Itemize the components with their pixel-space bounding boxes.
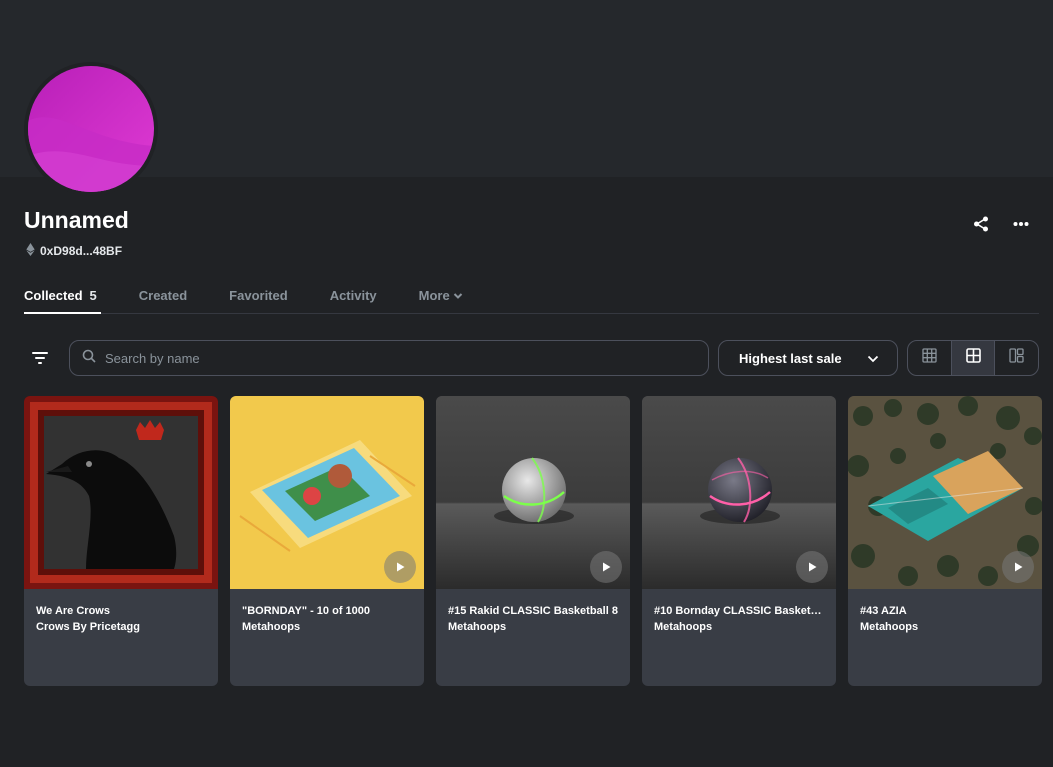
play-icon[interactable]	[590, 551, 622, 583]
wallet-address[interactable]: 0xD98d...48BF	[26, 243, 122, 259]
nft-image-bornday	[230, 396, 424, 589]
view-toggle	[907, 340, 1039, 376]
nft-collection: Crows By Pricetagg	[36, 621, 140, 633]
view-mosaic-button[interactable]	[995, 341, 1038, 375]
share-icon[interactable]	[971, 214, 991, 234]
profile-name: Unnamed	[24, 207, 129, 233]
filter-icon[interactable]	[28, 346, 52, 370]
nft-collection: Metahoops	[860, 621, 919, 633]
nft-collection: Metahoops	[654, 621, 713, 633]
ethereum-icon	[26, 243, 35, 259]
nft-card[interactable]: #15 Rakid CLASSIC Basketball 8 Metahoops	[436, 396, 630, 686]
nft-title: #43 AZIA	[860, 605, 907, 617]
nft-card[interactable]: We Are Crows Crows By Pricetagg	[24, 396, 218, 686]
profile-banner	[0, 0, 1053, 177]
nft-image-basketball-pink	[642, 396, 836, 589]
sort-selected-label: Highest last sale	[739, 350, 842, 366]
search-box	[69, 340, 709, 376]
tab-created[interactable]: Created	[139, 281, 187, 313]
mosaic-icon	[1009, 348, 1024, 368]
more-options-icon[interactable]	[1011, 214, 1031, 234]
tab-collected-count: 5	[89, 288, 97, 303]
view-large-grid-button[interactable]	[951, 341, 996, 375]
small-grid-icon	[922, 348, 937, 368]
nft-collection: Metahoops	[448, 621, 507, 633]
sort-dropdown[interactable]: Highest last sale	[718, 340, 898, 376]
nft-card[interactable]: #10 Bornday CLASSIC Basketball Metahoops	[642, 396, 836, 686]
search-input[interactable]	[105, 350, 665, 366]
tab-favorited[interactable]: Favorited	[229, 281, 288, 313]
chevron-down-icon	[453, 289, 463, 304]
nft-card[interactable]: "BORNDAY" - 10 of 1000 Metahoops	[230, 396, 424, 686]
tab-activity[interactable]: Activity	[330, 281, 377, 313]
nft-grid: We Are Crows Crows By Pricetagg "BORNDAY…	[24, 396, 1042, 686]
nft-title: "BORNDAY" - 10 of 1000	[242, 605, 371, 617]
nft-title: #15 Rakid CLASSIC Basketball 8	[448, 605, 618, 617]
profile-avatar[interactable]	[24, 62, 158, 196]
chevron-down-icon	[867, 351, 879, 366]
wallet-address-text: 0xD98d...48BF	[40, 244, 123, 258]
tab-more[interactable]: More	[419, 281, 463, 313]
nft-image-court	[848, 396, 1042, 589]
tab-created-label: Created	[138, 288, 188, 303]
nft-title: We Are Crows	[36, 605, 110, 617]
tab-more-label: More	[418, 288, 450, 303]
tab-favorited-label: Favorited	[229, 288, 288, 303]
large-grid-icon	[965, 348, 981, 368]
play-icon[interactable]	[384, 551, 416, 583]
tab-collected-label: Collected	[24, 288, 83, 303]
play-icon[interactable]	[1002, 551, 1034, 583]
nft-image-crow	[24, 396, 218, 589]
tab-activity-label: Activity	[329, 288, 377, 303]
nft-card[interactable]: #43 AZIA Metahoops	[848, 396, 1042, 686]
tab-collected[interactable]: Collected 5	[24, 281, 101, 314]
search-icon	[82, 349, 96, 368]
nft-title: #10 Bornday CLASSIC Basketball	[654, 605, 824, 617]
nft-image-basketball-green	[436, 396, 630, 589]
nft-collection: Metahoops	[242, 621, 301, 633]
play-icon[interactable]	[796, 551, 828, 583]
profile-tabs: Collected 5 Created Favorited Activity M…	[24, 281, 1039, 314]
view-small-grid-button[interactable]	[908, 341, 952, 375]
